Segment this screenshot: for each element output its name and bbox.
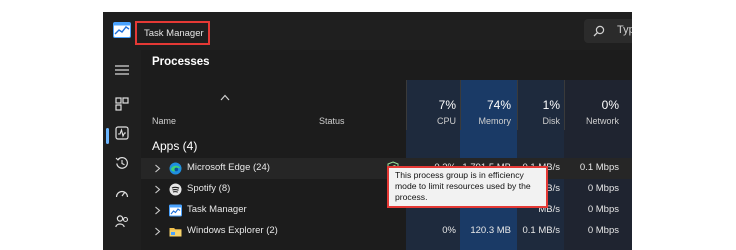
process-name: Microsoft Edge (24)	[187, 162, 270, 173]
column-separator	[564, 80, 565, 130]
speedometer-icon	[115, 190, 129, 198]
network-value: 0 Mbps	[587, 225, 619, 236]
column-header-name[interactable]: Name	[152, 116, 176, 126]
sidebar-item-processes[interactable]	[113, 95, 131, 113]
network-value: 0.1 Mbps	[579, 162, 619, 173]
edge-icon	[169, 162, 182, 175]
chevron-right-icon[interactable]	[154, 164, 161, 173]
column-header-network[interactable]: Network	[567, 116, 619, 126]
chevron-right-icon[interactable]	[154, 206, 161, 215]
disk-value: 0.1 MB/s	[522, 225, 561, 236]
search-icon	[593, 25, 605, 37]
network-value: 0 Mbps	[587, 183, 619, 194]
cpu-value: 0%	[442, 225, 456, 236]
window-title: Task Manager	[135, 21, 210, 45]
process-name: Task Manager	[187, 204, 247, 215]
sidebar-item-users[interactable]	[113, 212, 131, 230]
sidebar-item-app-history[interactable]	[113, 154, 131, 172]
hamburger-icon	[115, 65, 129, 75]
folder-icon	[169, 228, 182, 237]
column-header-memory[interactable]: Memory	[463, 116, 511, 126]
search-text: Typ	[617, 24, 632, 36]
chevron-right-icon[interactable]	[154, 185, 161, 194]
table-row[interactable]: Windows Explorer (2) 0% 120.3 MB 0.1 MB/…	[141, 221, 632, 242]
memory-value: 120.3 MB	[470, 225, 511, 236]
chevron-right-icon[interactable]	[154, 227, 161, 236]
sidebar-item-performance[interactable]	[113, 124, 131, 142]
tooltip-text: This process group is in efficiency mode…	[395, 170, 531, 202]
hamburger-menu-button[interactable]	[113, 61, 131, 79]
spotify-icon	[169, 183, 182, 196]
history-icon	[115, 157, 128, 169]
column-separator	[406, 80, 407, 130]
column-header-status[interactable]: Status	[319, 116, 345, 126]
process-name: Windows Explorer (2)	[187, 225, 278, 236]
column-header-disk[interactable]: Disk	[521, 116, 561, 126]
cpu-percent: 7%	[438, 98, 456, 112]
process-name: Spotify (8)	[187, 183, 231, 194]
column-header-cpu[interactable]: CPU	[418, 116, 456, 126]
sort-up-icon[interactable]	[220, 94, 230, 101]
disk-percent: 1%	[542, 98, 560, 112]
performance-icon	[115, 126, 129, 140]
active-indicator	[106, 128, 109, 144]
page-title: Processes	[152, 56, 210, 68]
title-bar: Task Manager Typ	[103, 12, 632, 50]
sidebar	[103, 50, 141, 250]
task-manager-icon	[169, 204, 182, 217]
column-separator	[517, 80, 518, 130]
task-manager-logo-icon	[113, 22, 131, 38]
network-percent: 0%	[601, 98, 619, 112]
window-title-text: Task Manager	[144, 27, 204, 39]
apps-group-header[interactable]: Apps (4)	[152, 139, 197, 153]
search-input[interactable]: Typ	[584, 19, 632, 43]
processes-icon	[115, 97, 129, 111]
task-manager-window: Task Manager Typ Processes Name Status 7…	[103, 12, 632, 250]
users-icon	[115, 215, 129, 228]
memory-percent: 74%	[486, 98, 511, 112]
network-value: 0 Mbps	[587, 204, 619, 215]
column-separator	[460, 80, 461, 130]
processes-panel: Processes Name Status 7% CPU 74% Memory …	[141, 50, 632, 250]
sidebar-item-startup[interactable]	[113, 184, 131, 202]
efficiency-tooltip: This process group is in efficiency mode…	[387, 166, 548, 208]
